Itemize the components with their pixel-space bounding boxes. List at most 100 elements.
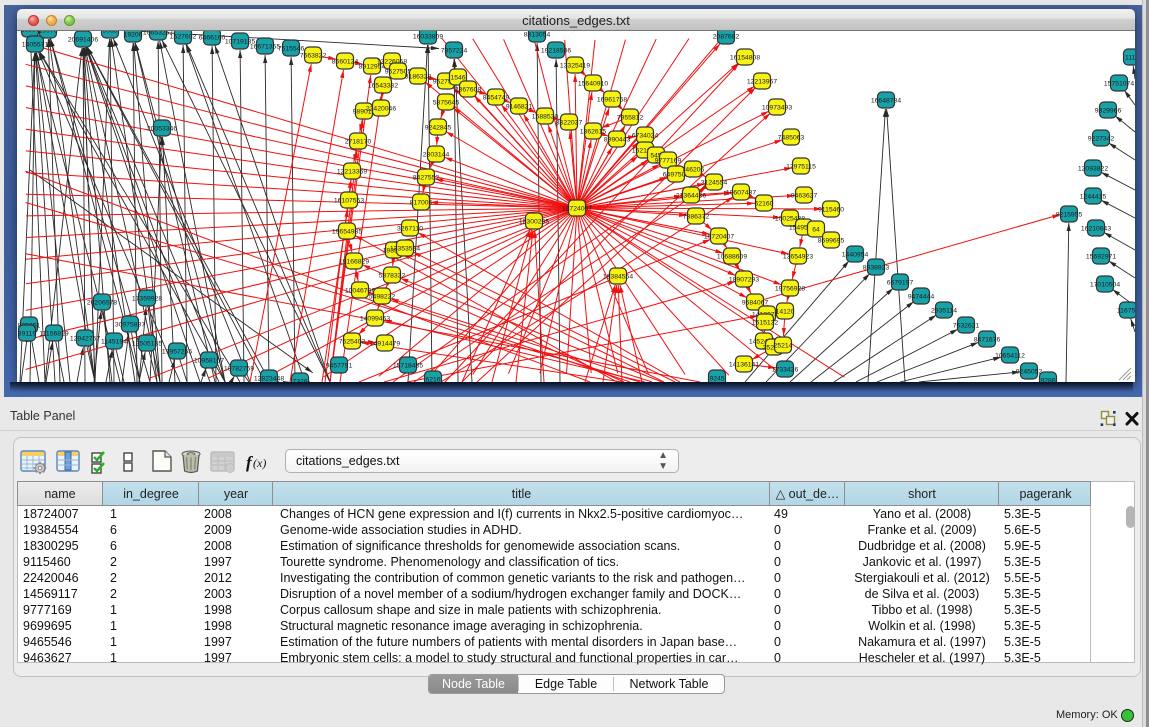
svg-text:2935114: 2935114 — [931, 308, 957, 315]
svg-text:1527602: 1527602 — [170, 34, 197, 41]
svg-text:18330: 18330 — [21, 31, 40, 34]
svg-text:6734024: 6734024 — [632, 133, 659, 140]
svg-text:8427552: 8427552 — [413, 175, 440, 182]
svg-text:22420046: 22420046 — [366, 106, 396, 113]
svg-text:15640910: 15640910 — [578, 81, 608, 88]
svg-text:2803144: 2803144 — [423, 152, 450, 159]
svg-text:1362615: 1362615 — [580, 129, 607, 136]
svg-text:16961758: 16961758 — [597, 97, 627, 104]
svg-text:5878332: 5878332 — [379, 273, 406, 280]
svg-text:9329966: 9329966 — [1095, 108, 1122, 115]
svg-text:19654985: 19654985 — [332, 229, 362, 236]
svg-text:1615132: 1615132 — [752, 320, 779, 327]
svg-text:14136141: 14136141 — [729, 362, 759, 369]
svg-text:16671355: 16671355 — [250, 44, 280, 51]
svg-text:14120: 14120 — [776, 309, 795, 316]
svg-text:6466160: 6466160 — [199, 35, 226, 42]
svg-text:1733426: 1733426 — [772, 367, 799, 374]
svg-text:19206: 19206 — [124, 32, 143, 39]
svg-text:16154808: 16154808 — [730, 55, 760, 62]
svg-text:15718485: 15718485 — [393, 363, 423, 370]
svg-text:39119: 39119 — [18, 331, 37, 338]
svg-text:7955812: 7955812 — [617, 115, 644, 122]
svg-text:18907293: 18907293 — [729, 277, 759, 284]
svg-text:2718170: 2718170 — [345, 139, 372, 146]
svg-text:1145194: 1145194 — [101, 339, 127, 346]
svg-text:8215955: 8215955 — [1056, 212, 1083, 219]
svg-text:9242845: 9242845 — [425, 125, 452, 132]
svg-text:15692971: 15692971 — [1086, 254, 1116, 261]
svg-text:7326: 7326 — [292, 379, 307, 382]
svg-text:18724007: 18724007 — [562, 206, 592, 213]
svg-text:10654112: 10654112 — [995, 353, 1025, 360]
svg-text:15751074: 15751074 — [1104, 81, 1134, 88]
svg-text:17359928: 17359928 — [132, 296, 162, 303]
svg-text:19756928: 19756928 — [775, 286, 805, 293]
svg-text:9777169: 9777169 — [655, 158, 682, 165]
svg-text:19218506: 19218506 — [541, 48, 571, 55]
svg-text:20053346: 20053346 — [147, 126, 177, 133]
svg-text:9286: 9286 — [1040, 378, 1055, 382]
svg-text:2087682: 2087682 — [713, 34, 740, 41]
svg-text:16210643: 16210643 — [1081, 226, 1111, 233]
svg-text:746206: 746206 — [682, 167, 705, 174]
svg-text:8813054: 8813054 — [524, 32, 551, 39]
svg-text:14099463: 14099463 — [360, 316, 390, 323]
svg-text:7663822: 7663822 — [300, 53, 327, 60]
svg-text:19166829: 19166829 — [339, 259, 369, 266]
svg-text:3267110: 3267110 — [397, 226, 423, 233]
svg-text:9063: 9063 — [102, 31, 117, 35]
svg-text:13353594: 13353594 — [390, 246, 420, 253]
svg-text:6679197: 6679197 — [887, 280, 914, 287]
svg-text:19384554: 19384554 — [603, 274, 633, 281]
svg-text:7485063: 7485063 — [778, 135, 805, 142]
svg-text:11156819: 11156819 — [39, 331, 68, 338]
svg-text:12823448: 12823448 — [254, 376, 284, 382]
svg-text:12213369: 12213369 — [337, 169, 367, 176]
svg-text:1588520: 1588520 — [532, 114, 559, 121]
svg-text:1244415: 1244415 — [1080, 194, 1107, 201]
svg-text:10782759: 10782759 — [224, 366, 254, 373]
svg-text:13654923: 13654923 — [783, 254, 813, 261]
svg-text:12505135: 12505135 — [132, 341, 162, 348]
svg-text:7515546: 7515546 — [278, 46, 305, 53]
svg-text:16648784: 16648784 — [871, 98, 901, 105]
svg-text:116753: 116753 — [1117, 308, 1135, 315]
svg-text:10607487: 10607487 — [726, 190, 756, 197]
svg-text:20206578: 20206578 — [87, 300, 117, 307]
svg-text:17957255: 17957255 — [162, 349, 192, 356]
svg-text:30975887: 30975887 — [115, 322, 145, 329]
svg-text:5875645: 5875645 — [433, 100, 460, 107]
svg-text:25214: 25214 — [774, 343, 793, 350]
svg-text:8938923: 8938923 — [863, 265, 890, 272]
svg-text:9463627: 9463627 — [791, 193, 818, 200]
svg-text:12942757: 12942757 — [70, 336, 100, 343]
svg-text:9457791: 9457791 — [326, 363, 353, 370]
svg-text:1440954: 1440954 — [842, 252, 869, 259]
svg-text:14914479: 14914479 — [370, 341, 400, 348]
svg-text:7632621: 7632621 — [953, 323, 980, 330]
svg-text:9245: 9245 — [709, 376, 724, 382]
svg-text:17010504: 17010504 — [1090, 282, 1120, 289]
svg-text:7386372: 7386372 — [683, 214, 710, 221]
svg-text:8660124: 8660124 — [332, 59, 359, 66]
svg-text:16107553: 16107553 — [334, 198, 364, 205]
svg-text:15720407: 15720407 — [704, 234, 734, 241]
svg-text:5498222: 5498222 — [369, 294, 396, 301]
svg-text:18300295: 18300295 — [519, 219, 549, 226]
svg-text:12093822: 12093822 — [1078, 166, 1108, 173]
svg-text:10653267: 10653267 — [143, 31, 173, 37]
svg-text:64: 64 — [812, 227, 820, 234]
svg-text:10688609: 10688609 — [717, 254, 747, 261]
svg-text:21364436: 21364436 — [676, 193, 706, 200]
svg-text:10973493: 10973493 — [762, 105, 792, 112]
svg-text:8454749: 8454749 — [483, 95, 510, 102]
svg-text:7357224: 7357224 — [441, 48, 468, 55]
svg-text:817006: 817006 — [410, 200, 433, 207]
svg-text:1405571: 1405571 — [22, 42, 49, 49]
svg-text:19970: 19970 — [39, 31, 58, 35]
svg-text:12213967: 12213967 — [747, 79, 777, 86]
svg-text:12975115: 12975115 — [786, 164, 816, 171]
svg-text:20691406: 20691406 — [68, 37, 98, 44]
svg-text:62160: 62160 — [755, 201, 774, 208]
